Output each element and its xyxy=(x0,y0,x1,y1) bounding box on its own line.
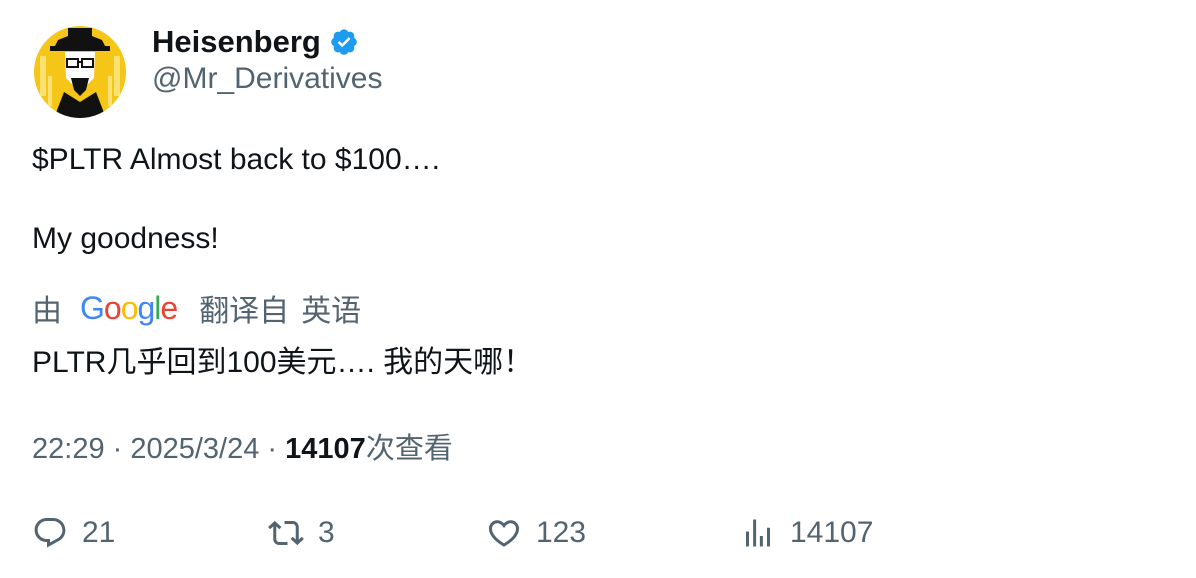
reply-icon xyxy=(34,518,66,548)
heart-icon xyxy=(488,520,520,547)
like-count: 123 xyxy=(536,516,587,549)
translated-by-label: 由 xyxy=(32,295,62,328)
views-count: 14107 xyxy=(285,433,366,465)
tweet-text-line-2: My goodness! xyxy=(32,222,219,255)
reply-count: 21 xyxy=(82,516,116,549)
tweet-meta: 22:29 · 2025/3/24 · 14107次查看 xyxy=(32,425,453,467)
meta-separator: · xyxy=(104,433,131,465)
google-logo-letter: G xyxy=(80,289,105,326)
tweet-time[interactable]: 22:29 xyxy=(32,433,105,465)
retweet-count: 3 xyxy=(318,516,335,549)
google-logo-letter: o xyxy=(103,289,122,326)
reply-button[interactable]: 21 xyxy=(32,510,115,556)
avatar[interactable] xyxy=(34,26,126,118)
author-display-name[interactable]: Heisenberg xyxy=(152,24,321,60)
source-language: 英语 xyxy=(301,295,362,328)
meta-separator: · xyxy=(259,433,286,465)
google-logo-letter: g xyxy=(137,289,155,326)
google-logo-letter: o xyxy=(120,289,139,326)
author-name-row: Heisenberg xyxy=(152,22,359,62)
tweet: Heisenberg @Mr_Derivatives $PLTR Almost … xyxy=(0,0,1196,578)
views-button[interactable]: 14107 xyxy=(740,510,873,556)
translation-attribution: 由 Google 翻译自 英语 xyxy=(32,288,362,329)
retweet-button[interactable]: 3 xyxy=(268,510,335,556)
views-icon xyxy=(746,519,770,547)
tweet-text-line-1: $PLTR Almost back to $100…. xyxy=(32,143,440,176)
translated-from-label: 翻译自 xyxy=(199,295,290,328)
views-label: 次查看 xyxy=(365,433,453,465)
heisenberg-avatar-icon xyxy=(34,26,126,118)
author-handle[interactable]: @Mr_Derivatives xyxy=(152,62,383,96)
action-bar: 21 3 123 14107 xyxy=(0,510,1196,556)
translated-text: PLTR几乎回到100美元…. 我的天哪！ xyxy=(32,346,534,379)
google-logo[interactable]: Google xyxy=(80,289,178,327)
google-logo-letter: e xyxy=(160,289,178,326)
views-action-count: 14107 xyxy=(790,516,874,549)
verified-badge-icon[interactable] xyxy=(329,27,359,57)
like-button[interactable]: 123 xyxy=(486,510,586,556)
tweet-date[interactable]: 2025/3/24 xyxy=(130,433,259,465)
retweet-icon xyxy=(268,520,304,546)
